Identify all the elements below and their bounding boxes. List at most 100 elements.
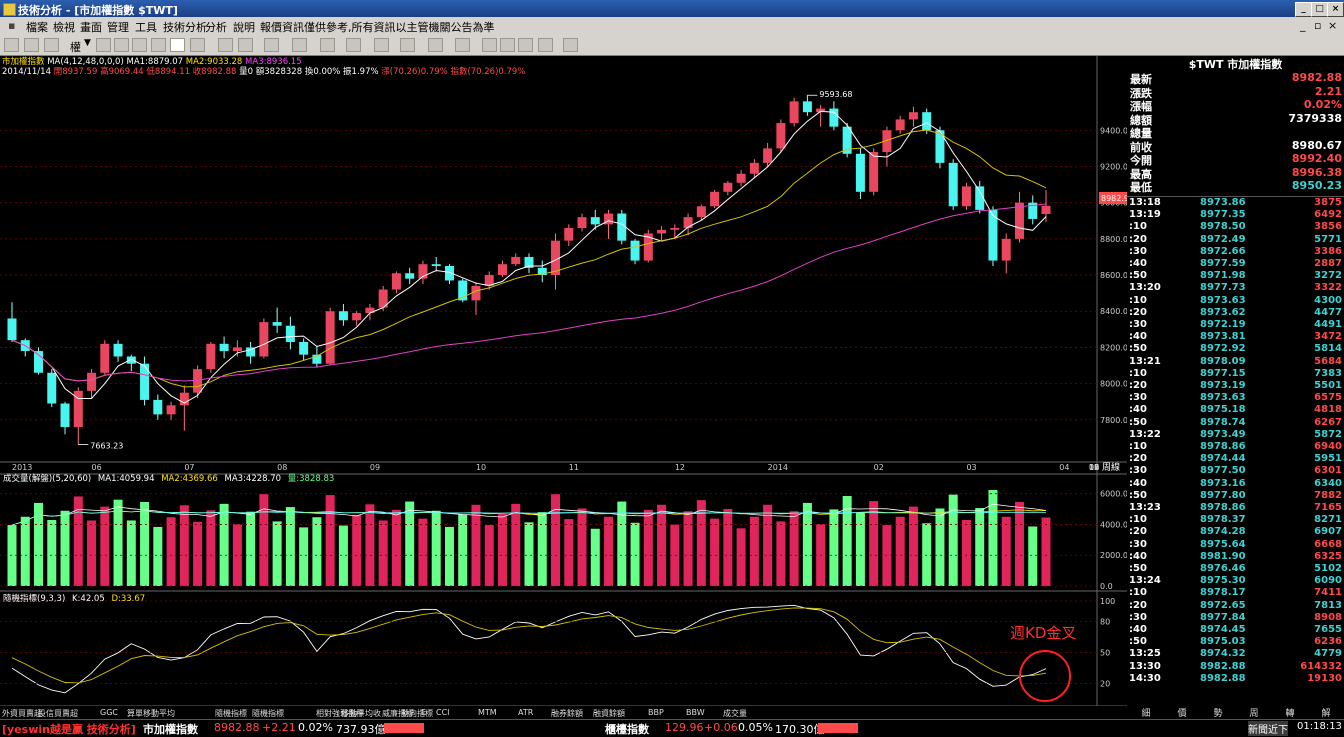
tick-row[interactable]: :50 8971.98 3272 — [1127, 270, 1344, 282]
menu-analysis[interactable]: 分析 — [205, 19, 227, 35]
menu-help[interactable]: 說明 — [233, 19, 255, 35]
menu-screen[interactable]: 畫面 — [80, 19, 102, 35]
tick-row[interactable]: :40 8973.16 6340 — [1127, 478, 1344, 490]
menu-tools[interactable]: 工具 — [135, 19, 157, 35]
line-tool-icon[interactable] — [238, 38, 253, 52]
tick-row[interactable]: :10 8978.86 6940 — [1127, 441, 1344, 453]
fibonacci-icon[interactable] — [320, 38, 335, 52]
tick-row[interactable]: :40 8973.81 3472 — [1127, 331, 1344, 343]
tick-row[interactable]: 13:25 8974.32 4779 — [1127, 648, 1344, 660]
chart-area[interactable]: 9400.09200.09000.08800.08600.08400.08200… — [0, 56, 1127, 706]
tick-row[interactable]: :50 8977.80 7882 — [1127, 490, 1344, 502]
indicator-tab[interactable]: 動向指標 — [401, 708, 433, 719]
tab-trend[interactable]: 勢 — [1203, 706, 1233, 719]
indicator-tab[interactable]: 融券餘額 — [551, 708, 583, 719]
tick-row[interactable]: :10 8977.15 7383 — [1127, 368, 1344, 380]
tick-row[interactable]: :20 8973.19 5501 — [1127, 380, 1344, 392]
tick-row[interactable]: :30 8973.63 6575 — [1127, 392, 1344, 404]
menu-system-icon[interactable]: ▪ — [8, 19, 15, 32]
tab-turn[interactable]: 轉 — [1275, 706, 1305, 719]
indicator-tab[interactable]: 投信買賣超 — [38, 708, 78, 719]
tick-row[interactable]: 13:18 8973.86 3875 — [1127, 197, 1344, 209]
tick-row[interactable]: :10 8978.37 8271 — [1127, 514, 1344, 526]
tick-row[interactable]: :10 8978.50 3856 — [1127, 221, 1344, 233]
indicator-tab[interactable]: 成交量 — [723, 708, 747, 719]
rectangle-icon[interactable] — [400, 38, 415, 52]
tick-row[interactable]: :30 8972.19 4491 — [1127, 319, 1344, 331]
tick-row[interactable]: :30 8972.66 3386 — [1127, 246, 1344, 258]
fan-icon[interactable] — [346, 38, 361, 52]
tick-row[interactable]: 13:23 8978.86 7165 — [1127, 502, 1344, 514]
tick-row[interactable]: :40 8981.90 6325 — [1127, 551, 1344, 563]
ellipse-icon[interactable] — [428, 38, 443, 52]
indicator-tab[interactable]: 移動平均收 — [341, 708, 381, 719]
indicator-tab[interactable]: CCI — [436, 708, 450, 717]
tick-row[interactable]: :10 8973.63 4300 — [1127, 295, 1344, 307]
tick-row[interactable]: :50 8975.03 6236 — [1127, 636, 1344, 648]
copy-icon[interactable] — [482, 38, 497, 52]
clear-icon[interactable] — [518, 38, 533, 52]
mdi-close-button[interactable]: × — [1328, 19, 1337, 32]
tick-row[interactable]: 13:30 8982.88 614332 — [1127, 661, 1344, 673]
tick-row[interactable]: :10 8978.17 7411 — [1127, 587, 1344, 599]
tick-row[interactable]: :40 8975.18 4818 — [1127, 404, 1344, 416]
parallel-icon[interactable] — [374, 38, 389, 52]
channel-tool-icon[interactable] — [264, 38, 279, 52]
save-icon[interactable] — [563, 38, 578, 52]
menu-technical-analysis[interactable]: 技術分析 — [163, 19, 207, 35]
tick-row[interactable]: :50 8976.46 5102 — [1127, 563, 1344, 575]
tick-row[interactable]: :40 8977.59 2887 — [1127, 258, 1344, 270]
indicator-tab[interactable]: 隨機指標 — [252, 708, 284, 719]
chevron-down-icon[interactable]: ▼ — [84, 38, 91, 48]
menu-file[interactable]: 檔案 — [26, 19, 48, 35]
indicator-tab[interactable]: 隨機指標 — [215, 708, 247, 719]
tick-row[interactable]: :20 8972.65 7813 — [1127, 600, 1344, 612]
tick-row[interactable]: 13:22 8973.49 5872 — [1127, 429, 1344, 441]
tick-row[interactable]: :50 8978.74 6267 — [1127, 417, 1344, 429]
tick-row[interactable]: :30 8977.84 8908 — [1127, 612, 1344, 624]
mdi-minimize-button[interactable]: _ — [1300, 19, 1306, 32]
indicator-tab[interactable]: BBP — [648, 708, 664, 717]
erase-icon[interactable] — [500, 38, 515, 52]
period-label[interactable]: 周線 — [1102, 461, 1120, 473]
menu-view[interactable]: 檢視 — [53, 19, 75, 35]
indicator-tab[interactable]: MTM — [478, 708, 497, 717]
candle-icon[interactable] — [96, 38, 111, 52]
pan-icon[interactable] — [4, 38, 19, 52]
tick-row[interactable]: 13:20 8977.73 3322 — [1127, 282, 1344, 294]
indicator-tab[interactable]: E — [421, 708, 426, 717]
tick-row[interactable]: 14:30 8982.88 19130 — [1127, 673, 1344, 685]
indicator-tab[interactable]: 融資餘額 — [593, 708, 625, 719]
window-icon[interactable] — [132, 38, 147, 52]
tick-row[interactable]: 13:19 8977.35 6492 — [1127, 209, 1344, 221]
tick-row[interactable]: 13:24 8975.30 6090 — [1127, 575, 1344, 587]
tick-row[interactable]: :20 8974.44 5951 — [1127, 453, 1344, 465]
zoom-icon[interactable] — [44, 38, 59, 52]
layout-icon[interactable] — [151, 38, 166, 52]
mdi-restore-button[interactable]: ▫ — [1314, 19, 1321, 32]
tab-detail[interactable]: 細 — [1131, 706, 1161, 719]
tab-week[interactable]: 周 — [1239, 706, 1269, 719]
maximize-button[interactable]: □ — [1311, 2, 1328, 17]
indicator-tab[interactable]: GGC — [100, 708, 118, 717]
draw-cursor-icon[interactable] — [218, 38, 233, 52]
crosshair-icon[interactable] — [24, 38, 39, 52]
indicator-tab[interactable]: ATR — [518, 708, 533, 717]
tick-row[interactable]: :30 8977.50 6301 — [1127, 465, 1344, 477]
tick-row[interactable]: :20 8973.62 4477 — [1127, 307, 1344, 319]
tick-row[interactable]: :50 8972.92 5814 — [1127, 343, 1344, 355]
tab-price[interactable]: 價 — [1167, 706, 1197, 719]
close-button[interactable]: × — [1327, 2, 1344, 17]
news-label[interactable]: 新聞近下 — [1248, 721, 1288, 736]
chart-type-icon[interactable] — [114, 38, 129, 52]
tick-row[interactable]: :20 8974.28 6907 — [1127, 526, 1344, 538]
color-icon[interactable] — [538, 38, 553, 52]
tick-row[interactable]: :40 8974.45 7655 — [1127, 624, 1344, 636]
tick-row[interactable]: :20 8972.49 5771 — [1127, 234, 1344, 246]
tab-analysis[interactable]: 解 — [1311, 706, 1341, 719]
minimize-button[interactable]: _ — [1295, 2, 1312, 17]
menu-manage[interactable]: 管理 — [107, 19, 129, 35]
tick-row[interactable]: 13:21 8978.09 5684 — [1127, 356, 1344, 368]
layout-active-icon[interactable] — [170, 38, 185, 52]
indicator-tab[interactable]: BBW — [686, 708, 705, 717]
